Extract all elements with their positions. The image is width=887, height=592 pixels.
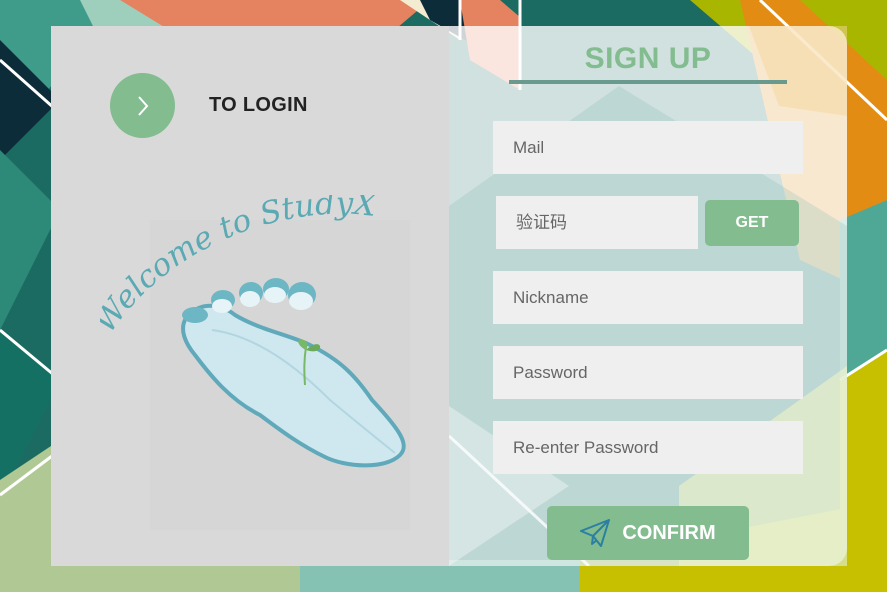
to-login-button[interactable] [110,73,175,138]
get-code-button[interactable]: GET [705,200,799,246]
to-login-label[interactable]: TO LOGIN [209,94,308,117]
welcome-footprint-illustration: Welcome to StudyX [100,195,410,530]
chevron-right-icon [137,95,148,116]
confirm-label: CONFIRM [622,521,716,544]
page-title: SIGN UP [584,42,712,75]
reenter-password-field[interactable] [493,421,803,474]
title-underline [509,80,787,84]
confirm-button[interactable]: CONFIRM [547,506,749,560]
mail-field[interactable] [493,121,803,174]
paper-plane-icon [580,519,611,547]
nickname-field[interactable] [493,271,803,324]
password-field[interactable] [493,346,803,399]
verification-code-field[interactable] [496,196,698,249]
